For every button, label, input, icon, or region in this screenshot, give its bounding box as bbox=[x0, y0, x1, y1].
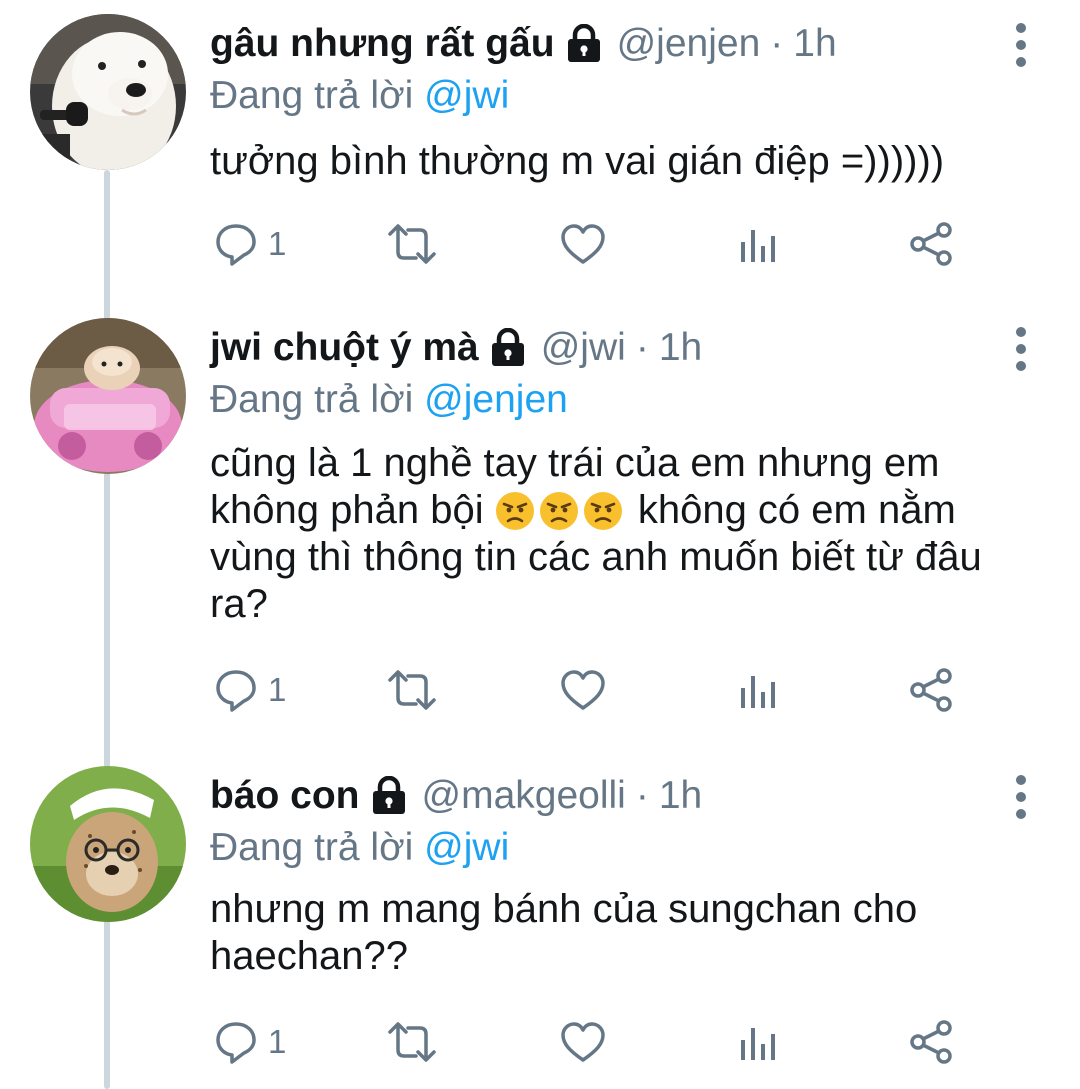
more-vertical-icon[interactable] bbox=[1006, 772, 1036, 822]
user-handle[interactable]: @jenjen bbox=[617, 16, 761, 72]
user-handle[interactable]: @makgeolli bbox=[422, 768, 626, 824]
timestamp[interactable]: 1h bbox=[659, 320, 702, 376]
tweet-text: tưởng bình thường m vai gián điệp =)))))… bbox=[210, 139, 945, 183]
angry-face-emoji bbox=[583, 491, 623, 531]
share-button[interactable] bbox=[908, 214, 954, 274]
tweet[interactable]: gâu nhưng rất gấu @jenjen · 1h Đang trả … bbox=[0, 0, 1080, 300]
like-button[interactable] bbox=[560, 1012, 606, 1072]
share-icon bbox=[908, 221, 954, 267]
more-vertical-icon[interactable] bbox=[1006, 324, 1036, 374]
avatar[interactable] bbox=[30, 318, 186, 474]
analytics-icon bbox=[738, 224, 778, 264]
tweet-text: cũng là 1 nghề tay trái của em nhưng em … bbox=[210, 440, 1050, 628]
share-icon bbox=[908, 667, 954, 713]
timestamp[interactable]: 1h bbox=[793, 16, 836, 72]
timestamp[interactable]: 1h bbox=[659, 768, 702, 824]
reply-count: 1 bbox=[268, 671, 287, 708]
reply-count: 1 bbox=[268, 225, 287, 262]
replying-to-prefix: Đang trả lời bbox=[210, 378, 414, 421]
heart-icon bbox=[560, 223, 606, 265]
reply-icon bbox=[214, 668, 258, 712]
like-button[interactable] bbox=[560, 660, 606, 720]
avatar[interactable] bbox=[30, 14, 186, 170]
replying-to-line: Đang trả lời @jenjen bbox=[210, 376, 568, 424]
reply-button[interactable]: 1 bbox=[214, 660, 286, 720]
analytics-icon bbox=[738, 1022, 778, 1062]
lock-icon bbox=[370, 775, 408, 816]
retweet-button[interactable] bbox=[386, 660, 438, 720]
separator-dot: · bbox=[635, 326, 649, 369]
retweet-button[interactable] bbox=[386, 1012, 438, 1072]
reply-button[interactable]: 1 bbox=[214, 214, 286, 274]
share-button[interactable] bbox=[908, 1012, 954, 1072]
retweet-icon bbox=[386, 668, 438, 712]
replying-to-prefix: Đang trả lời bbox=[210, 826, 414, 869]
share-button[interactable] bbox=[908, 660, 954, 720]
retweet-icon bbox=[386, 222, 438, 266]
angry-face-emoji bbox=[539, 491, 579, 531]
display-name[interactable]: jwi chuột ý mà bbox=[210, 320, 479, 376]
reply-icon bbox=[214, 222, 258, 266]
action-bar: 1 bbox=[210, 214, 980, 274]
more-vertical-icon[interactable] bbox=[1006, 20, 1036, 70]
tweet-header: báo con @makgeolli · 1h bbox=[210, 768, 702, 824]
retweet-icon bbox=[386, 1020, 438, 1064]
tweet[interactable]: jwi chuột ý mà @jwi · 1h Đang trả lời @j… bbox=[0, 304, 1080, 744]
share-icon bbox=[908, 1019, 954, 1065]
analytics-icon bbox=[738, 670, 778, 710]
heart-icon bbox=[560, 1021, 606, 1063]
replying-to-handle[interactable]: @jwi bbox=[424, 826, 509, 869]
action-bar: 1 bbox=[210, 1012, 980, 1072]
display-name[interactable]: báo con bbox=[210, 768, 360, 824]
action-bar: 1 bbox=[210, 660, 980, 720]
tweet-header: gâu nhưng rất gấu @jenjen · 1h bbox=[210, 16, 837, 72]
reply-count: 1 bbox=[268, 1023, 287, 1060]
analytics-button[interactable] bbox=[738, 660, 778, 720]
avatar[interactable] bbox=[30, 766, 186, 922]
angry-face-emoji bbox=[495, 491, 535, 531]
retweet-button[interactable] bbox=[386, 214, 438, 274]
separator-dot: · bbox=[635, 774, 649, 817]
replying-to-prefix: Đang trả lời bbox=[210, 74, 414, 117]
tweet-header: jwi chuột ý mà @jwi · 1h bbox=[210, 320, 702, 376]
tweet-text: nhưng m mang bánh của sungchan cho haech… bbox=[210, 887, 918, 978]
lock-icon bbox=[565, 23, 603, 64]
like-button[interactable] bbox=[560, 214, 606, 274]
heart-icon bbox=[560, 669, 606, 711]
replying-to-line: Đang trả lời @jwi bbox=[210, 824, 509, 872]
user-handle[interactable]: @jwi bbox=[541, 320, 626, 376]
analytics-button[interactable] bbox=[738, 1012, 778, 1072]
analytics-button[interactable] bbox=[738, 214, 778, 274]
replying-to-handle[interactable]: @jenjen bbox=[424, 378, 568, 421]
display-name[interactable]: gâu nhưng rất gấu bbox=[210, 16, 555, 72]
replying-to-handle[interactable]: @jwi bbox=[424, 74, 509, 117]
lock-icon bbox=[489, 327, 527, 368]
separator-dot: · bbox=[770, 22, 784, 65]
reply-icon bbox=[214, 1020, 258, 1064]
replying-to-line: Đang trả lời @jwi bbox=[210, 72, 509, 120]
reply-button[interactable]: 1 bbox=[214, 1012, 286, 1072]
tweet[interactable]: báo con @makgeolli · 1h Đang trả lời @jw… bbox=[0, 752, 1080, 1089]
